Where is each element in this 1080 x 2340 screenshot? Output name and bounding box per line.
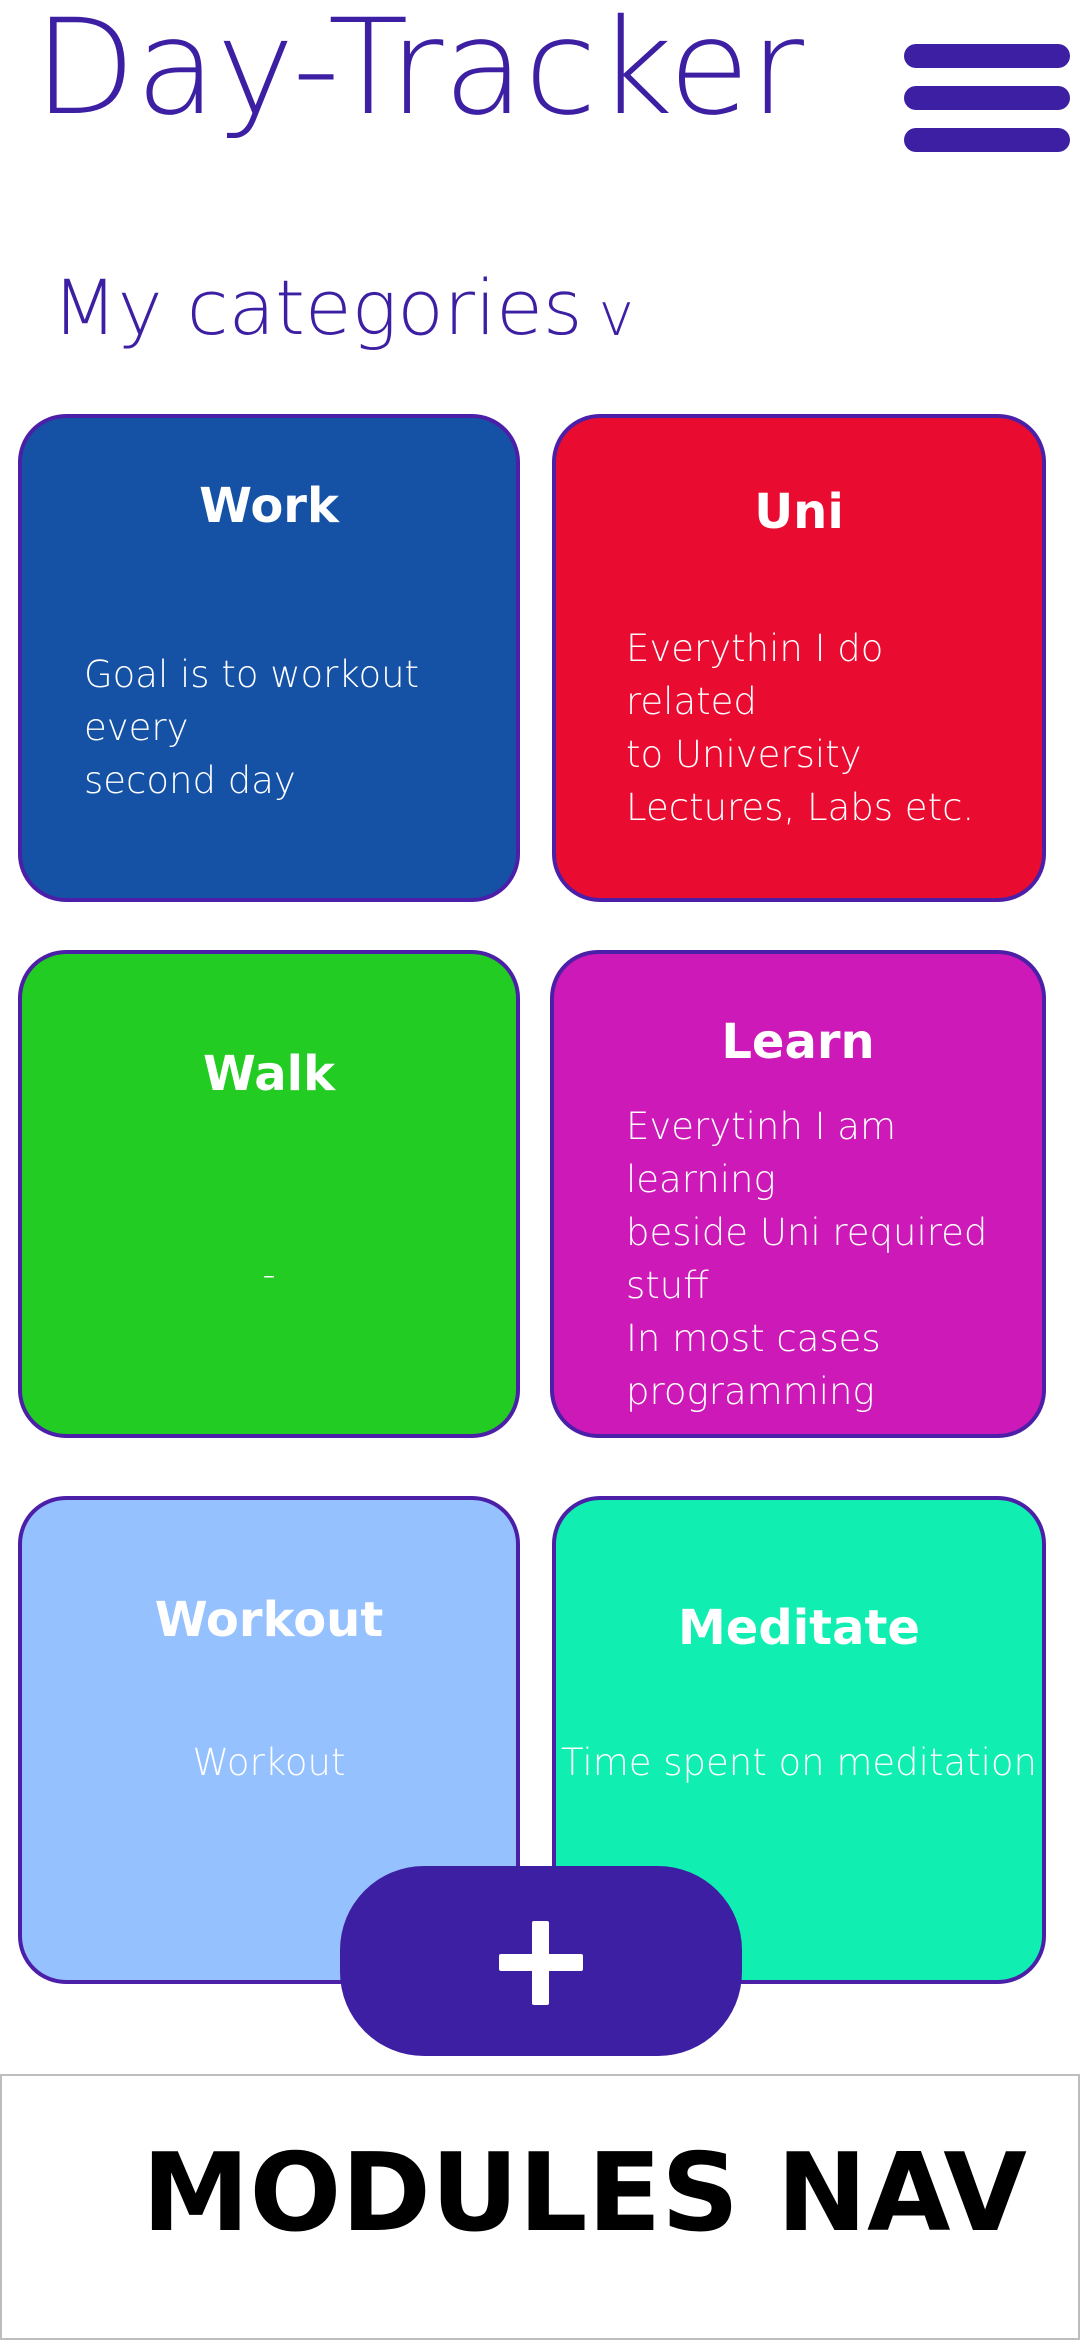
category-card-work[interactable]: Work Goal is to workout every second day (18, 414, 520, 902)
category-description: Time spent on meditation (560, 1741, 1038, 1784)
modules-nav-bar[interactable]: MODULES NAV (0, 2074, 1080, 2340)
plus-icon (340, 1866, 742, 2056)
category-description: Goal is to workout every second day (84, 653, 420, 802)
categories-section-title: My categories (52, 263, 583, 352)
hamburger-menu-icon-bar-2 (904, 86, 1070, 110)
category-title: Work (199, 478, 339, 534)
modules-nav-label: MODULES NAV (142, 2131, 1027, 2256)
categories-section-header[interactable]: My categories v (52, 270, 634, 346)
category-title: Walk (203, 1046, 335, 1102)
hamburger-menu-icon-bar-3 (904, 128, 1070, 152)
category-title: Meditate (678, 1600, 920, 1656)
category-card-learn[interactable]: Learn Everytinh I am learning beside Uni… (550, 950, 1046, 1438)
app-title: Day-Tracker (34, 0, 805, 145)
add-category-button[interactable] (340, 1866, 742, 2056)
category-description: - (262, 1253, 276, 1296)
hamburger-menu-button[interactable] (904, 40, 1070, 156)
category-description: Everythin I do related to University Lec… (626, 627, 975, 829)
chevron-down-icon: v (598, 280, 634, 350)
category-title: Uni (754, 484, 844, 540)
day-tracker-screen: Day-Tracker My categories v Work Goal is… (0, 0, 1080, 2340)
plus-icon-vertical-bar (532, 1921, 549, 2005)
category-card-walk[interactable]: Walk - (18, 950, 520, 1438)
category-title: Workout (154, 1592, 384, 1648)
hamburger-menu-icon (904, 44, 1070, 68)
category-title: Learn (721, 1014, 875, 1070)
category-description: Workout (192, 1741, 346, 1784)
category-description: Everytinh I am learning beside Uni requi… (626, 1105, 988, 1413)
category-card-uni[interactable]: Uni Everythin I do related to University… (552, 414, 1046, 902)
